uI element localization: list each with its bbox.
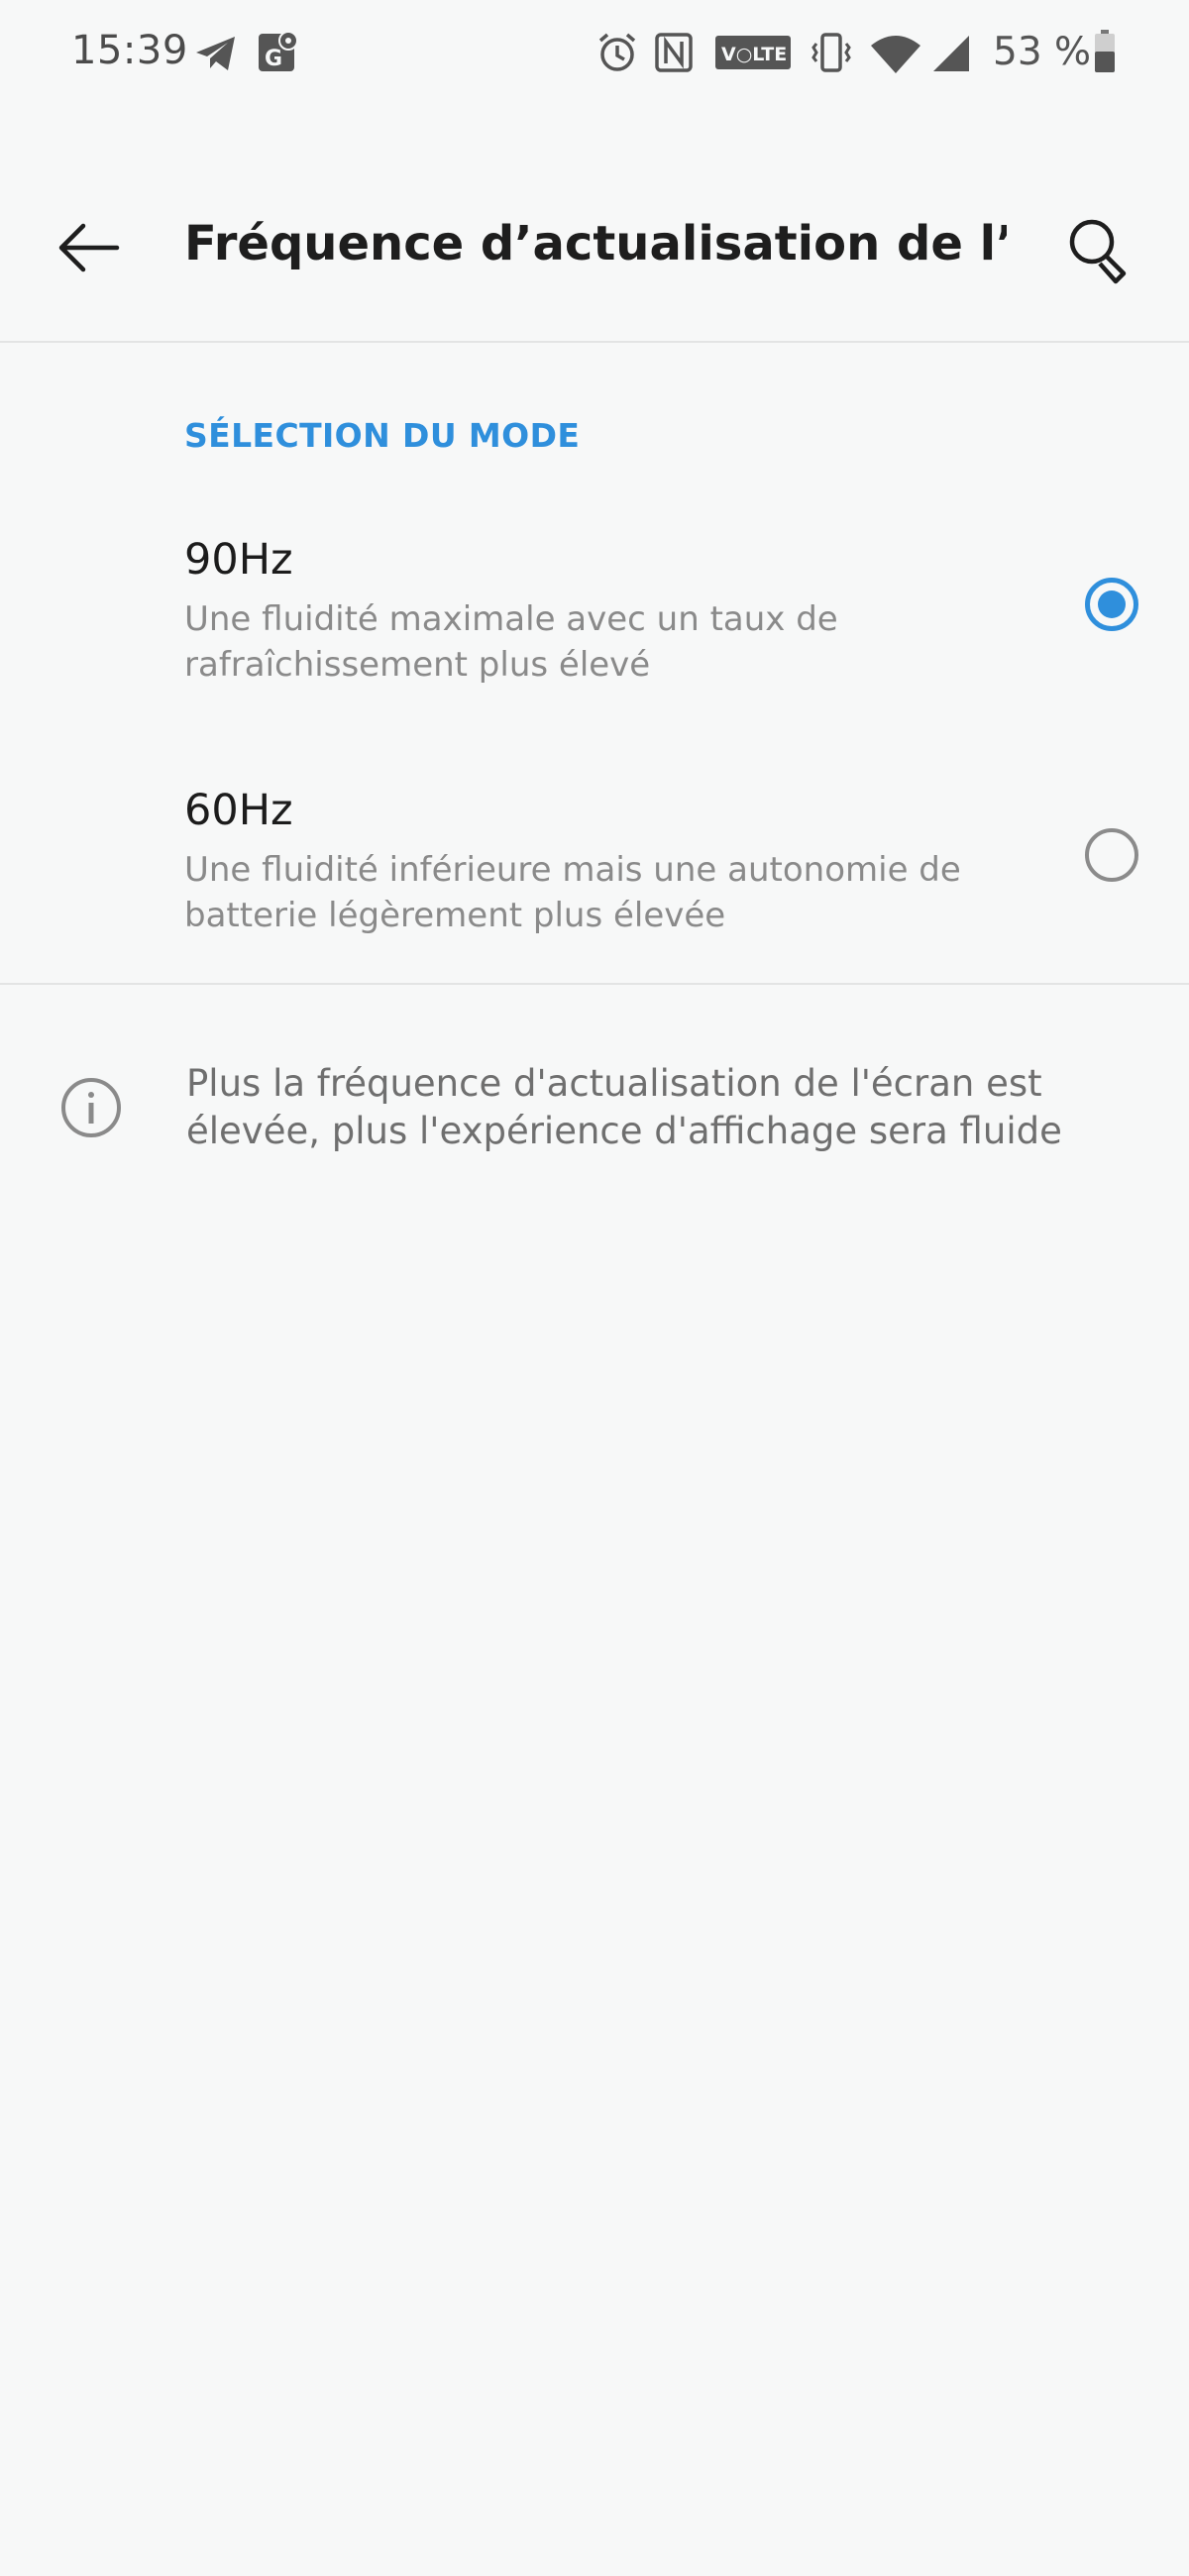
arrow-left-icon xyxy=(58,223,120,272)
radio-button-selected[interactable] xyxy=(1085,578,1138,631)
battery-icon xyxy=(1095,30,1115,72)
radio-button-unselected[interactable] xyxy=(1085,828,1138,882)
page-title: Fréquence d’actualisation de l’éc… xyxy=(184,216,1007,271)
app-bar: Fréquence d’actualisation de l’éc… xyxy=(0,109,1189,343)
divider xyxy=(0,983,1189,985)
signal-icon xyxy=(933,36,969,71)
info-icon xyxy=(61,1078,121,1137)
nfc-icon xyxy=(655,33,693,72)
telegram-icon xyxy=(196,37,235,70)
battery-percent: 53 % xyxy=(993,30,1092,74)
option-description: Une fluidité maximale avec un taux de ra… xyxy=(184,599,838,685)
option-description: Une fluidité inférieure mais une autonom… xyxy=(184,850,961,935)
volte-icon: V○LTE xyxy=(715,36,791,69)
svg-text:V○LTE: V○LTE xyxy=(721,44,787,65)
vibrate-icon xyxy=(811,33,851,72)
search-icon xyxy=(1069,219,1127,284)
svg-text:G: G xyxy=(265,47,282,71)
search-button[interactable] xyxy=(1050,198,1149,307)
option-60hz[interactable]: 60Hz Une fluidité inférieure mais une au… xyxy=(0,786,1189,1014)
section-header: SÉLECTION DU MODE xyxy=(184,416,581,455)
back-button[interactable] xyxy=(40,198,139,297)
wifi-icon xyxy=(871,36,920,73)
status-bar: 15:39 G V○LTE 53 % xyxy=(0,0,1189,109)
status-time: 15:39 xyxy=(71,28,188,73)
alarm-icon xyxy=(598,33,636,71)
option-title: 90Hz xyxy=(184,535,293,585)
option-90hz[interactable]: 90Hz Une fluidité maximale avec un taux … xyxy=(0,535,1189,763)
info-text: Plus la fréquence d'actualisation de l'é… xyxy=(186,1062,1062,1152)
maps-icon: G xyxy=(259,31,298,71)
option-title: 60Hz xyxy=(184,786,293,835)
